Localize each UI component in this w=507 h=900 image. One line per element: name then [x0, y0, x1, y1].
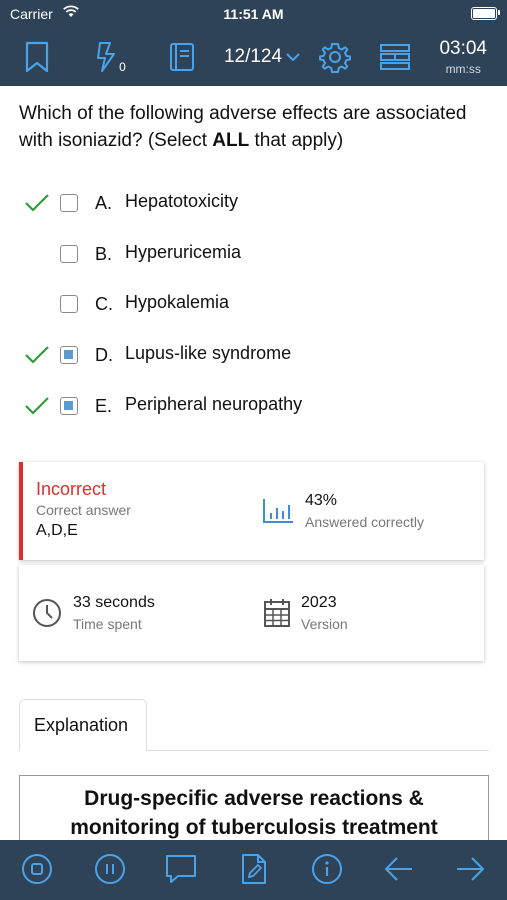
option-text: Hypokalemia: [125, 292, 230, 312]
explanation-title-line2: monitoring of tuberculosis treatment: [70, 816, 438, 839]
option-checkbox[interactable]: [60, 295, 78, 313]
option-checkbox[interactable]: [60, 194, 78, 212]
settings-button[interactable]: [318, 36, 352, 78]
version-value: 2023: [301, 594, 337, 611]
option-letter: B.: [95, 244, 113, 264]
option-text: Peripheral neuropathy: [125, 394, 303, 414]
question-text: Which of the following adverse effects a…: [19, 100, 489, 154]
correct-answer-label: Correct answer: [36, 502, 131, 518]
correct-check-icon: [25, 346, 49, 364]
layout-icon: [380, 44, 410, 70]
arrow-right-icon: [457, 857, 485, 881]
tab-explanation[interactable]: Explanation: [19, 699, 147, 751]
notebook-button[interactable]: [165, 36, 199, 78]
arrow-left-icon: [384, 857, 412, 881]
question-counter: 12/124: [223, 46, 283, 67]
notes-icon: [242, 854, 266, 884]
percent-correct-value: 43%: [305, 492, 338, 509]
previous-button[interactable]: [382, 852, 416, 886]
calendar-icon: [264, 599, 290, 627]
correct-answer-value: A,D,E: [36, 522, 78, 539]
lightning-count: 0: [119, 60, 126, 74]
option-letter: C.: [95, 294, 113, 314]
option-letter: A.: [95, 193, 113, 213]
comment-icon: [166, 855, 196, 883]
option-d[interactable]: D. Lupus-like syndrome: [0, 335, 507, 375]
option-letter: D.: [95, 345, 113, 365]
option-text: Lupus-like syndrome: [125, 343, 292, 363]
explanation-title-line1: Drug-specific adverse reactions &: [84, 787, 424, 810]
explanation-table-header: Drug-specific adverse reactions & monito…: [19, 775, 489, 845]
question-counter-dropdown[interactable]: 12/124: [222, 36, 302, 78]
chevron-down-icon: [286, 53, 300, 62]
lightning-icon: [97, 42, 116, 72]
clock-icon: [33, 599, 61, 627]
option-letter: E.: [95, 396, 113, 416]
option-text: Hyperuricemia: [125, 242, 242, 262]
time-spent-value: 33 seconds: [73, 594, 155, 611]
next-button[interactable]: [453, 852, 487, 886]
top-toolbar: 0 12/124 03:04 mm:ss: [0, 28, 507, 86]
timer: 03:04 mm:ss: [439, 38, 487, 76]
option-checkbox[interactable]: [60, 397, 78, 415]
stats-card: 33 seconds Time spent 2023 Version: [19, 565, 484, 661]
result-card: Incorrect Correct answer A,D,E 43% Answe…: [19, 462, 484, 560]
option-text: Hepatotoxicity: [125, 191, 239, 211]
status-bar: Carrier 11:51 AM: [0, 0, 507, 28]
time-spent-label: Time spent: [73, 616, 142, 632]
gear-icon: [319, 43, 351, 73]
layout-button[interactable]: [378, 36, 412, 78]
notes-button[interactable]: [237, 852, 271, 886]
clock: 11:51 AM: [223, 6, 284, 22]
option-b[interactable]: B. Hyperuricemia: [0, 234, 507, 274]
question-text-end: that apply): [249, 130, 344, 151]
option-e[interactable]: E. Peripheral neuropathy: [0, 386, 507, 426]
battery-icon: [471, 7, 497, 20]
option-a[interactable]: A. Hepatotoxicity: [0, 183, 507, 223]
bar-chart-icon: [263, 499, 293, 523]
info-icon: [312, 854, 342, 884]
correct-check-icon: [25, 194, 49, 212]
version-label: Version: [301, 616, 348, 632]
bookmark-icon: [25, 41, 49, 73]
pause-button[interactable]: [93, 852, 127, 886]
result-status: Incorrect: [36, 479, 107, 499]
option-checkbox[interactable]: [60, 346, 78, 364]
lightning-button[interactable]: 0: [94, 36, 128, 78]
incorrect-indicator-bar: [19, 462, 23, 560]
comment-button[interactable]: [164, 852, 198, 886]
pause-icon: [95, 854, 125, 884]
battery-tip: [498, 10, 500, 15]
tab-explanation-label: Explanation: [34, 715, 129, 735]
option-c[interactable]: C. Hypokalemia: [0, 284, 507, 324]
correct-check-icon: [25, 397, 49, 415]
info-button[interactable]: [310, 852, 344, 886]
option-checkbox[interactable]: [60, 245, 78, 263]
stop-button[interactable]: [20, 852, 54, 886]
stop-icon: [22, 854, 52, 884]
question-emphasis: ALL: [212, 130, 250, 151]
notebook-icon: [170, 43, 194, 71]
bookmark-button[interactable]: [22, 36, 52, 78]
timer-unit: mm:ss: [445, 62, 481, 76]
timer-value: 03:04: [439, 38, 487, 59]
percent-correct-label: Answered correctly: [305, 514, 425, 530]
bottom-toolbar: [0, 840, 507, 900]
